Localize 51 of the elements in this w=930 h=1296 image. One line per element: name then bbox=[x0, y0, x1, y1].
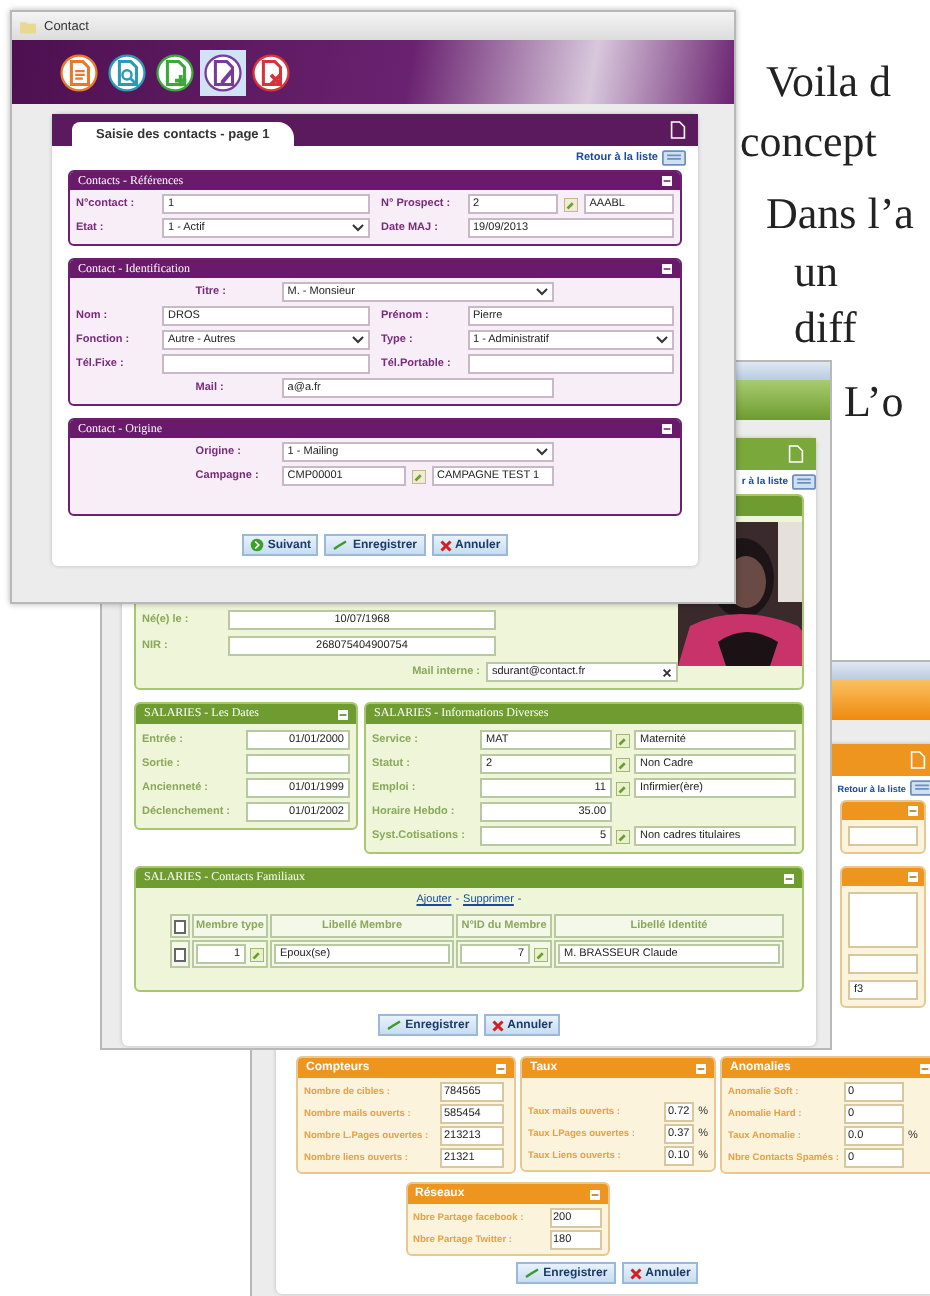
caret-icon bbox=[536, 288, 549, 296]
collapse-icon[interactable] bbox=[662, 264, 672, 274]
text-area[interactable] bbox=[848, 892, 918, 948]
collapse-icon[interactable] bbox=[589, 1189, 599, 1199]
collapse-icon[interactable] bbox=[784, 873, 794, 883]
collapse-icon[interactable] bbox=[662, 424, 672, 434]
folder-icon bbox=[20, 19, 36, 33]
text-field[interactable] bbox=[467, 354, 674, 374]
collapse-icon[interactable] bbox=[496, 1063, 506, 1073]
text-line: diff bbox=[792, 300, 859, 356]
lookup-icon[interactable] bbox=[250, 947, 264, 961]
collapse-icon[interactable] bbox=[908, 872, 918, 882]
text-field[interactable] bbox=[848, 826, 918, 846]
text-line: un bbox=[792, 244, 840, 300]
lookup-icon[interactable] bbox=[534, 947, 548, 961]
lookup-icon[interactable] bbox=[616, 781, 630, 795]
cross-icon bbox=[629, 1267, 642, 1279]
caret-icon bbox=[351, 336, 363, 344]
lookup-icon[interactable] bbox=[616, 757, 630, 771]
check-icon bbox=[523, 1267, 540, 1279]
text-line: concept bbox=[740, 114, 879, 170]
collapse-icon[interactable] bbox=[908, 806, 918, 816]
lookup-icon[interactable] bbox=[616, 829, 630, 843]
check-icon bbox=[385, 1019, 402, 1031]
collapse-icon[interactable] bbox=[662, 176, 672, 186]
list-icon[interactable] bbox=[910, 780, 930, 796]
caret-icon bbox=[536, 448, 549, 456]
arrow-icon bbox=[249, 538, 264, 552]
text-field[interactable] bbox=[848, 954, 918, 974]
cross-icon bbox=[491, 1019, 504, 1031]
text-line: Dans l’a bbox=[764, 186, 914, 242]
list-icon[interactable] bbox=[792, 474, 816, 490]
collapse-icon[interactable] bbox=[920, 1063, 930, 1073]
list-icon[interactable] bbox=[662, 150, 686, 166]
cross-icon bbox=[439, 539, 451, 551]
caret-icon bbox=[656, 336, 668, 344]
lookup-icon[interactable] bbox=[563, 197, 578, 211]
lookup-icon[interactable] bbox=[411, 469, 425, 483]
text-line: Voila d bbox=[764, 54, 894, 110]
text-line: L’o bbox=[842, 374, 906, 430]
page-icon[interactable] bbox=[670, 120, 686, 140]
checkbox[interactable] bbox=[174, 947, 186, 961]
check-icon bbox=[332, 539, 349, 551]
text-field[interactable] bbox=[162, 354, 369, 374]
collapse-icon[interactable] bbox=[338, 709, 348, 719]
date-field[interactable] bbox=[246, 754, 350, 774]
checkbox[interactable] bbox=[174, 919, 186, 933]
lookup-icon[interactable] bbox=[616, 733, 630, 747]
collapse-icon[interactable] bbox=[696, 1063, 706, 1073]
caret-icon bbox=[351, 224, 363, 232]
clear-icon[interactable] bbox=[662, 667, 672, 677]
